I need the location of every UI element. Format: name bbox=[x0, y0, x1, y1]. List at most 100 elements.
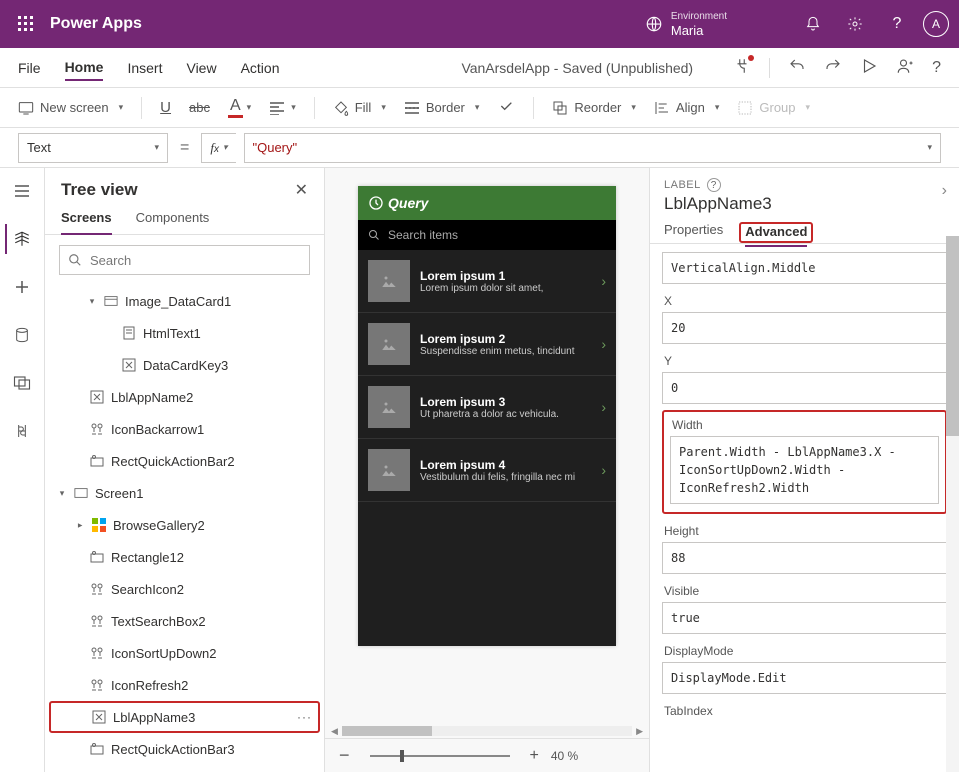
tree-node-rectqa3[interactable]: RectQuickActionBar3 bbox=[49, 733, 320, 765]
field-verticalalign[interactable]: VerticalAlign.Middle bbox=[662, 252, 947, 284]
border-button[interactable]: Border▾ bbox=[404, 100, 480, 115]
list-item-title: Lorem ipsum 1 bbox=[420, 269, 591, 283]
strikethrough-icon[interactable]: abc bbox=[189, 100, 210, 115]
help-icon[interactable]: ? bbox=[881, 8, 913, 40]
group-button[interactable]: Group▾ bbox=[737, 100, 810, 116]
field-width[interactable]: Parent.Width - LblAppName3.X - IconSortU… bbox=[670, 436, 939, 504]
list-item-title: Lorem ipsum 3 bbox=[420, 395, 591, 409]
tab-properties[interactable]: Properties bbox=[664, 222, 723, 243]
phone-search: Search items bbox=[358, 220, 616, 250]
undo-icon[interactable] bbox=[788, 57, 806, 78]
fill-button[interactable]: Fill▾ bbox=[333, 100, 386, 116]
ribbon-toolbar: New screen▾ U abc A▾ ▾ Fill▾ Border▾ Reo… bbox=[0, 88, 959, 128]
tree-node-more-icon[interactable]: ··· bbox=[297, 710, 312, 724]
redo-icon[interactable] bbox=[824, 57, 842, 78]
zoom-slider[interactable] bbox=[370, 755, 510, 757]
tree-node-rectqa2[interactable]: RectQuickActionBar2 bbox=[49, 445, 320, 477]
control-name: LblAppName3 bbox=[664, 194, 945, 214]
label-tabindex: TabIndex bbox=[664, 704, 947, 718]
field-displaymode[interactable]: DisplayMode.Edit bbox=[662, 662, 947, 694]
props-collapse-icon[interactable]: › bbox=[942, 182, 947, 200]
property-selector[interactable]: Text▾ bbox=[18, 133, 168, 163]
list-item-subtitle: Suspendisse enim metus, tincidunt bbox=[420, 346, 591, 357]
canvas-area: Query Search items Lorem ipsum 1Lorem ip… bbox=[325, 168, 649, 772]
menu-home[interactable]: Home bbox=[65, 59, 104, 81]
list-item-subtitle: Vestibulum dui felis, fringilla nec mi bbox=[420, 472, 591, 483]
width-highlight-group: Width Parent.Width - LblAppName3.X - Ico… bbox=[662, 410, 947, 514]
tree-node-lblappname2[interactable]: LblAppName2 bbox=[49, 381, 320, 413]
rail-hamburger-icon[interactable] bbox=[7, 176, 37, 206]
tree-node-searchicon2[interactable]: SearchIcon2 bbox=[49, 573, 320, 605]
phone-list-item[interactable]: Lorem ipsum 1Lorem ipsum dolor sit amet,… bbox=[358, 250, 616, 313]
format-painter-icon[interactable] bbox=[497, 98, 515, 117]
tree-close-icon[interactable]: ✕ bbox=[295, 180, 308, 200]
underline-icon[interactable]: U bbox=[160, 99, 171, 116]
canvas-hscroll[interactable]: ◀▶ bbox=[325, 724, 649, 738]
field-x[interactable]: 20 bbox=[662, 312, 947, 344]
tree-node-htmltext[interactable]: HtmlText1 bbox=[49, 317, 320, 349]
chevron-right-icon: › bbox=[601, 462, 606, 478]
menu-insert[interactable]: Insert bbox=[127, 60, 162, 76]
rail-treeview-icon[interactable] bbox=[5, 224, 35, 254]
environment-picker[interactable]: Environment Maria bbox=[645, 10, 727, 38]
app-checker-icon[interactable] bbox=[733, 57, 751, 78]
tree-view-title: Tree view bbox=[61, 180, 138, 200]
tree-search-input[interactable]: Search bbox=[59, 245, 310, 275]
new-screen-button[interactable]: New screen▾ bbox=[18, 100, 123, 115]
field-y[interactable]: 0 bbox=[662, 372, 947, 404]
tree-node-textsearchbox[interactable]: TextSearchBox2 bbox=[49, 605, 320, 637]
align-button[interactable]: Align▾ bbox=[654, 100, 719, 116]
thumbnail-icon bbox=[368, 386, 410, 428]
tree-node-iconrefresh[interactable]: IconRefresh2 bbox=[49, 669, 320, 701]
share-icon[interactable] bbox=[896, 57, 914, 78]
zoom-in-icon[interactable]: + bbox=[530, 747, 539, 765]
font-color-icon[interactable]: A▾ bbox=[228, 97, 251, 118]
settings-icon[interactable] bbox=[839, 8, 871, 40]
rail-insert-icon[interactable] bbox=[7, 272, 37, 302]
app-launcher-icon[interactable] bbox=[10, 8, 42, 40]
rail-tools-icon[interactable] bbox=[7, 416, 37, 446]
fx-label[interactable]: fx▾ bbox=[201, 133, 235, 163]
play-icon[interactable] bbox=[860, 57, 878, 78]
thumbnail-icon bbox=[368, 323, 410, 365]
props-scrollbar[interactable] bbox=[946, 236, 959, 772]
menu-view[interactable]: View bbox=[186, 60, 216, 76]
field-visible[interactable]: true bbox=[662, 602, 947, 634]
phone-list-item[interactable]: Lorem ipsum 4Vestibulum dui felis, fring… bbox=[358, 439, 616, 502]
tree-node-screen1[interactable]: ▾Screen1 bbox=[49, 477, 320, 509]
phone-header: Query bbox=[358, 186, 616, 220]
formula-bar: Text▾ = fx▾ "Query"▾ bbox=[0, 128, 959, 168]
environment-name: Maria bbox=[671, 24, 727, 38]
tree-node-datacardkey[interactable]: DataCardKey3 bbox=[49, 349, 320, 381]
align-icon[interactable]: ▾ bbox=[269, 101, 296, 115]
environment-label: Environment bbox=[671, 10, 727, 24]
tab-screens[interactable]: Screens bbox=[61, 210, 112, 235]
rail-data-icon[interactable] bbox=[7, 320, 37, 350]
phone-list-item[interactable]: Lorem ipsum 2Suspendisse enim metus, tin… bbox=[358, 313, 616, 376]
notifications-icon[interactable] bbox=[797, 8, 829, 40]
label-y: Y bbox=[664, 354, 947, 368]
menu-action[interactable]: Action bbox=[241, 60, 280, 76]
reorder-button[interactable]: Reorder▾ bbox=[552, 100, 636, 116]
label-displaymode: DisplayMode bbox=[664, 644, 947, 658]
tree-node-lblappname3[interactable]: LblAppName3··· bbox=[49, 701, 320, 733]
phone-list-item[interactable]: Lorem ipsum 3Ut pharetra a dolor ac vehi… bbox=[358, 376, 616, 439]
label-x: X bbox=[664, 294, 947, 308]
tree-node-iconbackarrow[interactable]: IconBackarrow1 bbox=[49, 413, 320, 445]
tree-node-rectangle12[interactable]: Rectangle12 bbox=[49, 541, 320, 573]
canvas-statusbar: − + 40 % bbox=[325, 738, 649, 772]
zoom-out-icon[interactable]: − bbox=[339, 745, 350, 766]
chevron-right-icon: › bbox=[601, 399, 606, 415]
tab-components[interactable]: Components bbox=[136, 210, 210, 234]
zoom-level: 40 % bbox=[551, 749, 578, 763]
field-height[interactable]: 88 bbox=[662, 542, 947, 574]
user-avatar[interactable]: A bbox=[923, 11, 949, 37]
rail-media-icon[interactable] bbox=[7, 368, 37, 398]
phone-preview[interactable]: Query Search items Lorem ipsum 1Lorem ip… bbox=[358, 186, 616, 646]
help-menu-icon[interactable]: ? bbox=[932, 59, 941, 77]
tree-node-image-datacard[interactable]: ▾Image_DataCard1 bbox=[49, 285, 320, 317]
tree-node-browsegallery[interactable]: ▾BrowseGallery2 bbox=[49, 509, 320, 541]
formula-input[interactable]: "Query"▾ bbox=[244, 133, 942, 163]
menu-file[interactable]: File bbox=[18, 60, 41, 76]
tree-node-iconsortupdown[interactable]: IconSortUpDown2 bbox=[49, 637, 320, 669]
